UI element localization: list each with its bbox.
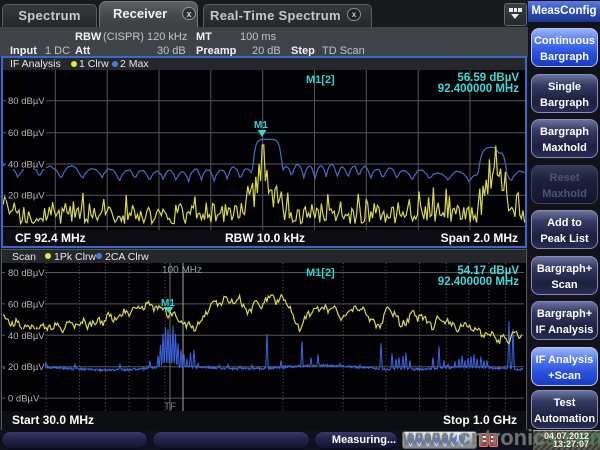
svg-text:60 dBµV: 60 dBµV — [8, 299, 45, 310]
svg-text:M1[2]: M1[2] — [306, 74, 335, 86]
svg-text:80 dBµV: 80 dBµV — [8, 96, 45, 107]
svg-text:40 dBµV: 40 dBµV — [8, 331, 45, 342]
svg-text:92.400000 MHz: 92.400000 MHz — [438, 83, 519, 95]
svg-text:92.400000 MHz: 92.400000 MHz — [438, 276, 519, 288]
svg-text:60 dBµV: 60 dBµV — [8, 128, 45, 139]
svg-text:40 dBµV: 40 dBµV — [8, 160, 45, 171]
svg-text:0 dBµV: 0 dBµV — [8, 394, 40, 405]
svg-text:M1[2]: M1[2] — [306, 267, 335, 279]
svg-text:80 dBµV: 80 dBµV — [8, 268, 45, 279]
svg-text:20 dBµV: 20 dBµV — [8, 191, 45, 202]
svg-text:20 dBµV: 20 dBµV — [8, 362, 45, 373]
svg-text:100 MHz: 100 MHz — [162, 265, 202, 276]
svg-text:TF: TF — [164, 402, 176, 412]
svg-text:M1: M1 — [254, 120, 268, 131]
